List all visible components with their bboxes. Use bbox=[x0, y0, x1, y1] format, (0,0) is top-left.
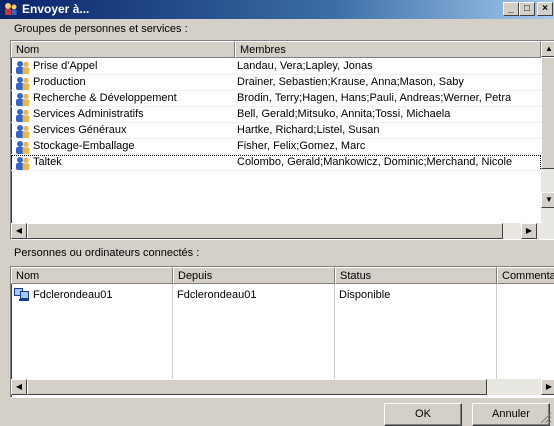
resize-grip-icon[interactable] bbox=[540, 412, 552, 424]
title-bar[interactable]: Envoyer à... _ □ × bbox=[0, 0, 554, 19]
column-header-nom[interactable]: Nom bbox=[11, 267, 173, 284]
groups-list[interactable]: Nom Membres Prise d'Appel Landau, Vera;La… bbox=[10, 40, 554, 240]
groups-label: Groupes de personnes et services : bbox=[14, 23, 188, 35]
group-icon bbox=[16, 125, 30, 138]
scroll-right-arrow-icon[interactable]: ▶ bbox=[541, 379, 554, 395]
connected-name: Fdclerondeau01 bbox=[33, 289, 113, 301]
group-row[interactable]: Services Généraux Hartke, Richard;Listel,… bbox=[11, 123, 541, 139]
group-icon bbox=[16, 109, 30, 122]
group-name: Recherche & Développement bbox=[33, 92, 177, 104]
group-row[interactable]: Prise d'Appel Landau, Vera;Lapley, Jonas bbox=[11, 59, 541, 75]
group-members: Hartke, Richard;Listel, Susan bbox=[237, 124, 380, 136]
scroll-left-arrow-icon[interactable]: ◀ bbox=[11, 223, 27, 239]
group-members: Landau, Vera;Lapley, Jonas bbox=[237, 60, 373, 72]
minimize-button[interactable]: _ bbox=[503, 2, 519, 16]
group-icon bbox=[16, 141, 30, 154]
group-members: Fisher, Felix;Gomez, Marc bbox=[237, 140, 366, 152]
maximize-button[interactable]: □ bbox=[519, 2, 535, 16]
group-members: Drainer, Sebastien;Krause, Anna;Mason, S… bbox=[237, 76, 464, 88]
close-button[interactable]: × bbox=[537, 2, 553, 16]
group-members: Colombo, Gerald;Mankowicz, Dominic;Merch… bbox=[237, 156, 513, 168]
scroll-up-arrow-icon[interactable]: ▲ bbox=[541, 41, 554, 57]
connected-comment bbox=[501, 288, 554, 303]
send-to-icon bbox=[5, 3, 17, 15]
group-row[interactable]: Production Drainer, Sebastien;Krause, Ann… bbox=[11, 75, 541, 91]
group-members: Bell, Gerald;Mitsuko, Annita;Tossi, Mich… bbox=[237, 108, 451, 120]
window-title: Envoyer à... bbox=[22, 2, 90, 16]
group-icon bbox=[16, 77, 30, 90]
group-icon bbox=[16, 93, 30, 106]
connected-label: Personnes ou ordinateurs connectés : bbox=[14, 247, 200, 259]
row-divider bbox=[11, 170, 541, 171]
connected-since: Fdclerondeau01 bbox=[177, 289, 257, 301]
column-header-nom[interactable]: Nom bbox=[11, 41, 235, 58]
group-name: Taltek bbox=[33, 156, 62, 168]
column-header-status[interactable]: Status bbox=[335, 267, 497, 284]
group-icon bbox=[16, 157, 30, 170]
ok-button[interactable]: OK bbox=[384, 403, 462, 426]
group-icon bbox=[16, 61, 30, 74]
column-header-depuis[interactable]: Depuis bbox=[173, 267, 335, 284]
scroll-left-arrow-icon[interactable]: ◀ bbox=[11, 379, 27, 395]
scroll-thumb[interactable] bbox=[541, 57, 554, 169]
column-header-commentaire[interactable]: Commentaire bbox=[497, 267, 554, 284]
group-name: Services Généraux bbox=[33, 124, 127, 136]
column-header-membres[interactable]: Membres bbox=[235, 41, 541, 58]
connected-horizontal-scrollbar[interactable]: ◀ ▶ bbox=[11, 379, 554, 395]
group-row[interactable]: Recherche & Développement Brodin, Terry;H… bbox=[11, 91, 541, 107]
group-name: Production bbox=[33, 76, 86, 88]
scroll-down-arrow-icon[interactable]: ▼ bbox=[541, 192, 554, 208]
computer-icon bbox=[14, 288, 29, 301]
group-row[interactable]: Services Administratifs Bell, Gerald;Mits… bbox=[11, 107, 541, 123]
groups-vertical-scrollbar[interactable]: ▲ ▼ bbox=[541, 41, 554, 224]
group-name: Services Administratifs bbox=[33, 108, 144, 120]
cancel-button[interactable]: Annuler bbox=[472, 403, 550, 426]
groups-horizontal-scrollbar[interactable]: ◀ ▶ bbox=[11, 223, 554, 239]
group-row[interactable]: Taltek Colombo, Gerald;Mankowicz, Dominic… bbox=[11, 155, 541, 171]
group-row[interactable]: Stockage-Emballage Fisher, Felix;Gomez, M… bbox=[11, 139, 541, 155]
connected-list[interactable]: Nom Depuis Status Commentaire Fdcleronde… bbox=[10, 266, 554, 398]
h-scroll-thumb[interactable] bbox=[27, 379, 487, 395]
group-name: Prise d'Appel bbox=[33, 60, 98, 72]
group-name: Stockage-Emballage bbox=[33, 140, 135, 152]
group-members: Brodin, Terry;Hagen, Hans;Pauli, Andreas… bbox=[237, 92, 512, 104]
h-scroll-thumb[interactable] bbox=[27, 223, 503, 239]
scroll-right-arrow-icon[interactable]: ▶ bbox=[521, 223, 537, 239]
list-item[interactable]: Fdclerondeau01 Fdclerondeau01 Disponible bbox=[11, 288, 554, 304]
connected-status: Disponible bbox=[339, 289, 391, 301]
